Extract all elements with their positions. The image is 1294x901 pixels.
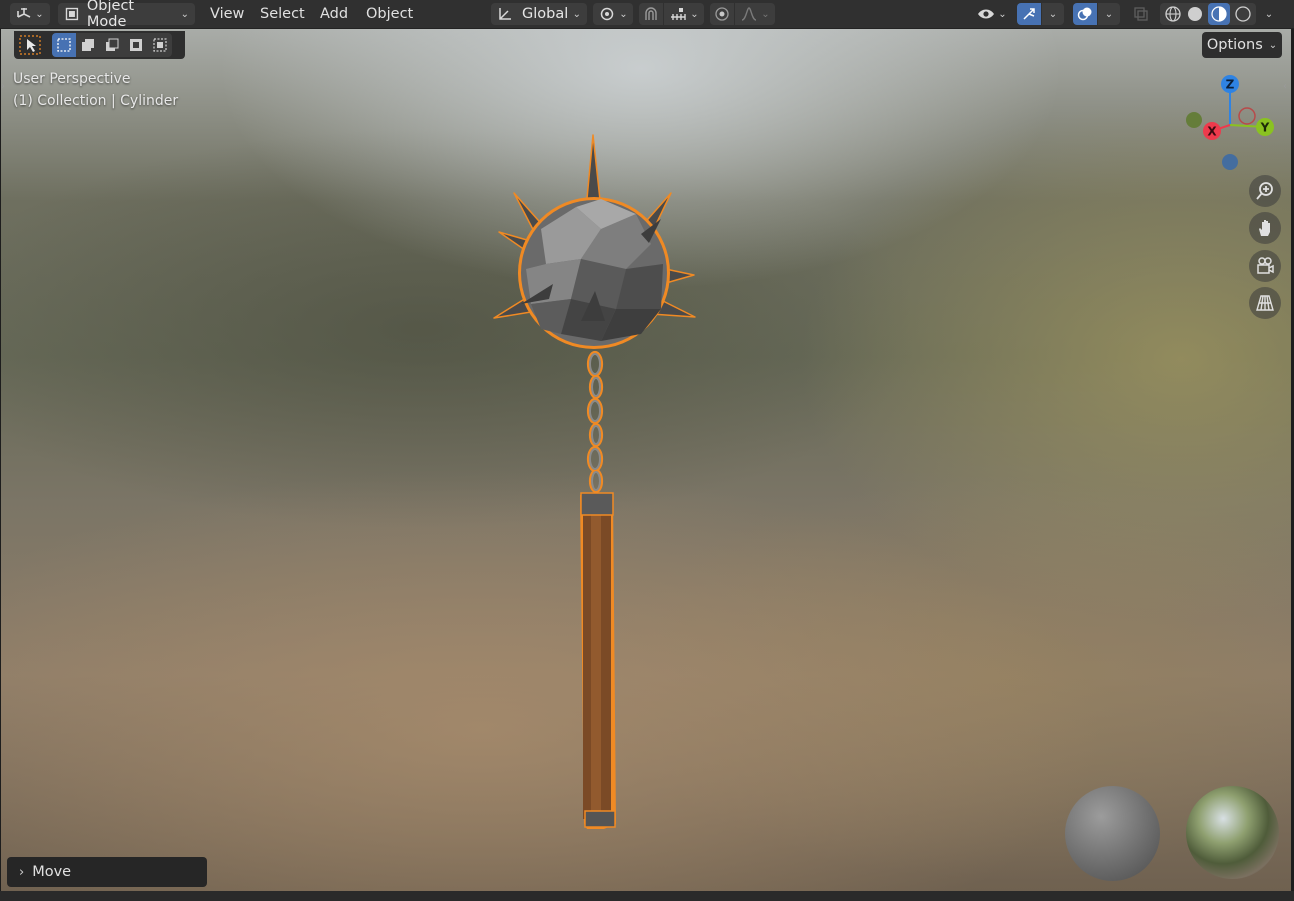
mace-handle[interactable] [580, 492, 616, 829]
options-label: Options [1206, 37, 1263, 53]
gizmo-neg-z[interactable] [1222, 154, 1238, 170]
chevron-down-icon: ⌄ [572, 8, 581, 20]
overlay-toggle[interactable] [1073, 3, 1097, 25]
zoom-button[interactable] [1249, 175, 1281, 207]
shading-mode-group [1160, 3, 1256, 25]
menu-select[interactable]: Select [254, 3, 311, 25]
material-preview-shading-icon[interactable] [1208, 3, 1230, 25]
rendered-shading-icon[interactable] [1234, 5, 1252, 23]
status-bar [0, 891, 1294, 901]
navigation-gizmo[interactable]: Z Y X [1175, 69, 1285, 179]
gizmo-toggle[interactable] [1017, 3, 1041, 25]
chevron-down-icon: ⌄ [180, 8, 189, 20]
zoom-icon [1256, 182, 1273, 200]
mode-label: Object Mode [86, 0, 135, 30]
mace-ball[interactable] [518, 197, 670, 349]
select-subtract-icon [106, 38, 119, 51]
select-new-icon [57, 38, 71, 52]
select-invert-button[interactable] [124, 33, 148, 57]
select-new-button[interactable] [52, 33, 76, 57]
svg-text:X: X [1207, 125, 1217, 139]
transform-orientation-selector[interactable]: Global ⌄ [491, 3, 587, 25]
svg-text:Z: Z [1226, 78, 1235, 92]
mode-selector[interactable]: Object Mode ⌄ [58, 0, 195, 30]
pan-button[interactable] [1249, 212, 1281, 244]
snap-increment-icon [671, 8, 686, 20]
3d-viewport[interactable]: › ‹ User Perspective (1) Collection | Cy… [1, 29, 1291, 891]
proportional-icon [715, 7, 729, 21]
view-perspective-label: User Perspective [13, 71, 131, 87]
view3d-icon [17, 8, 31, 18]
select-subtract-button[interactable] [100, 33, 124, 57]
pivot-icon [601, 7, 614, 21]
chevron-down-icon: ⌄ [1268, 39, 1278, 51]
orientation-axes-icon [499, 8, 511, 20]
chevron-down-icon: ⌄ [761, 8, 770, 20]
object-mode-icon [65, 7, 79, 21]
chevron-down-icon: ⌄ [690, 8, 699, 20]
chevron-down-icon: ⌄ [35, 8, 44, 20]
chevron-down-icon: ⌄ [619, 8, 628, 20]
gizmo-neg-y[interactable] [1186, 112, 1202, 128]
last-operator-panel[interactable]: › Move [7, 857, 207, 887]
solid-shading-icon[interactable] [1186, 5, 1204, 23]
select-intersect-button[interactable] [148, 33, 172, 57]
snap-toggle[interactable] [639, 3, 663, 25]
svg-text:Y: Y [1260, 121, 1270, 135]
overlay-menu-button[interactable]: ⌄ [1098, 3, 1120, 25]
matcap-preview-sphere [1065, 786, 1160, 881]
hdri-preview-sphere [1186, 786, 1279, 879]
chevron-down-icon: ⌄ [1104, 8, 1114, 20]
tweak-tool-icon[interactable] [17, 33, 43, 57]
chevron-down-icon: ⌄ [1048, 8, 1058, 20]
magnet-icon [645, 7, 657, 20]
menu-object[interactable]: Object [360, 3, 419, 25]
toolbar-expand-arrow[interactable]: › [1, 81, 9, 95]
proportional-editing-toggle[interactable] [710, 3, 734, 25]
menu-add[interactable]: Add [314, 3, 354, 25]
chevron-right-icon: › [19, 864, 25, 880]
editor-type-button[interactable]: ⌄ [10, 3, 50, 25]
pivot-point-button[interactable]: ⌄ [593, 3, 633, 25]
gizmo-icon [1023, 8, 1035, 20]
select-extend-icon [82, 39, 94, 51]
gizmo-neg-x[interactable] [1238, 107, 1256, 125]
overlay-icon [1077, 7, 1092, 21]
select-intersect-icon [153, 38, 167, 52]
eye-icon [978, 9, 995, 19]
select-extend-button[interactable] [76, 33, 100, 57]
viewport-header: ⌄ Object Mode ⌄ View Select Add Object G… [0, 0, 1294, 30]
visibility-button[interactable]: ⌄ [972, 3, 1012, 25]
snap-target-button[interactable]: ⌄ [664, 3, 704, 25]
select-invert-icon [130, 39, 142, 51]
active-collection-label: (1) Collection | Cylinder [13, 93, 179, 109]
perspective-toggle-button[interactable] [1249, 287, 1281, 319]
orientation-label: Global [522, 6, 569, 22]
xray-toggle[interactable] [1130, 3, 1152, 25]
hand-icon [1259, 220, 1270, 236]
chevron-down-icon: ⌄ [1264, 8, 1274, 20]
gizmo-menu-button[interactable]: ⌄ [1042, 3, 1064, 25]
mace-object[interactable] [1, 29, 1291, 891]
tool-header [14, 31, 185, 59]
selection-mode-group [52, 33, 172, 57]
chevron-down-icon: ⌄ [998, 8, 1007, 20]
grid-perspective-icon [1256, 295, 1274, 311]
proportional-falloff-button[interactable]: ⌄ [735, 3, 775, 25]
camera-icon [1257, 257, 1274, 274]
camera-view-button[interactable] [1249, 250, 1281, 282]
xray-icon [1134, 7, 1148, 21]
shading-options-button[interactable]: ⌄ [1258, 3, 1280, 25]
wireframe-shading-icon[interactable] [1164, 5, 1182, 23]
falloff-curve-icon [742, 7, 757, 21]
options-dropdown[interactable]: Options ⌄ [1202, 32, 1282, 58]
operator-label: Move [32, 864, 72, 880]
menu-view[interactable]: View [204, 3, 250, 25]
